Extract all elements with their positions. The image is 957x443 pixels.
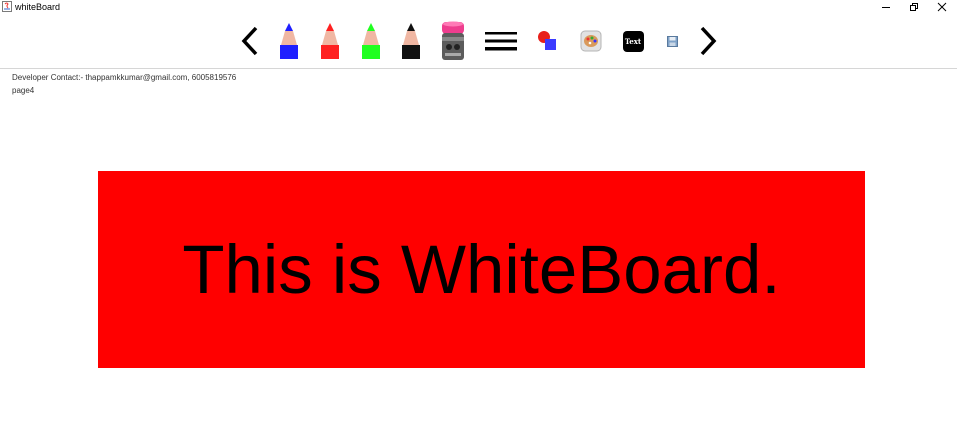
eraser-icon — [442, 21, 464, 60]
pencil-black-button[interactable] — [397, 18, 425, 64]
java-app-icon — [2, 1, 12, 12]
eraser-button[interactable] — [438, 18, 468, 64]
save-icon — [666, 35, 678, 47]
shapes-icon — [538, 31, 556, 50]
minimize-icon — [882, 7, 890, 8]
pencil-green-button[interactable] — [357, 18, 385, 64]
shapes-button[interactable] — [535, 18, 559, 64]
window-title: whiteBoard — [15, 2, 61, 12]
pencil-icon — [280, 23, 298, 59]
chevron-left-icon — [241, 26, 258, 56]
text-tool-button[interactable]: Text — [621, 18, 645, 64]
restore-button[interactable] — [900, 0, 928, 14]
palette-icon — [580, 30, 602, 52]
color-palette-button[interactable] — [578, 18, 604, 64]
text-icon-label: Text — [624, 36, 642, 46]
chevron-right-icon — [700, 26, 717, 56]
pencil-icon — [362, 23, 380, 59]
pencil-icon — [402, 23, 420, 59]
close-button[interactable] — [928, 0, 956, 14]
pencil-blue-button[interactable] — [275, 18, 303, 64]
close-icon — [937, 2, 947, 12]
title-bar: whiteBoard — [0, 0, 957, 14]
lines-icon — [485, 32, 517, 51]
next-page-button[interactable] — [696, 18, 720, 64]
pencil-icon — [321, 23, 339, 59]
canvas-banner: This is WhiteBoard. — [98, 171, 865, 368]
prev-page-button[interactable] — [238, 18, 262, 64]
toolbar: Text — [0, 14, 957, 69]
restore-icon — [910, 3, 918, 11]
pencil-red-button[interactable] — [316, 18, 344, 64]
page-label: page4 — [12, 86, 35, 95]
banner-text: This is WhiteBoard. — [182, 231, 781, 308]
minimize-button[interactable] — [872, 0, 900, 14]
text-icon: Text — [622, 30, 644, 52]
developer-contact: Developer Contact:- thappamkkumar@gmail.… — [12, 73, 237, 82]
line-width-button[interactable] — [483, 18, 519, 64]
save-button[interactable] — [664, 18, 680, 64]
